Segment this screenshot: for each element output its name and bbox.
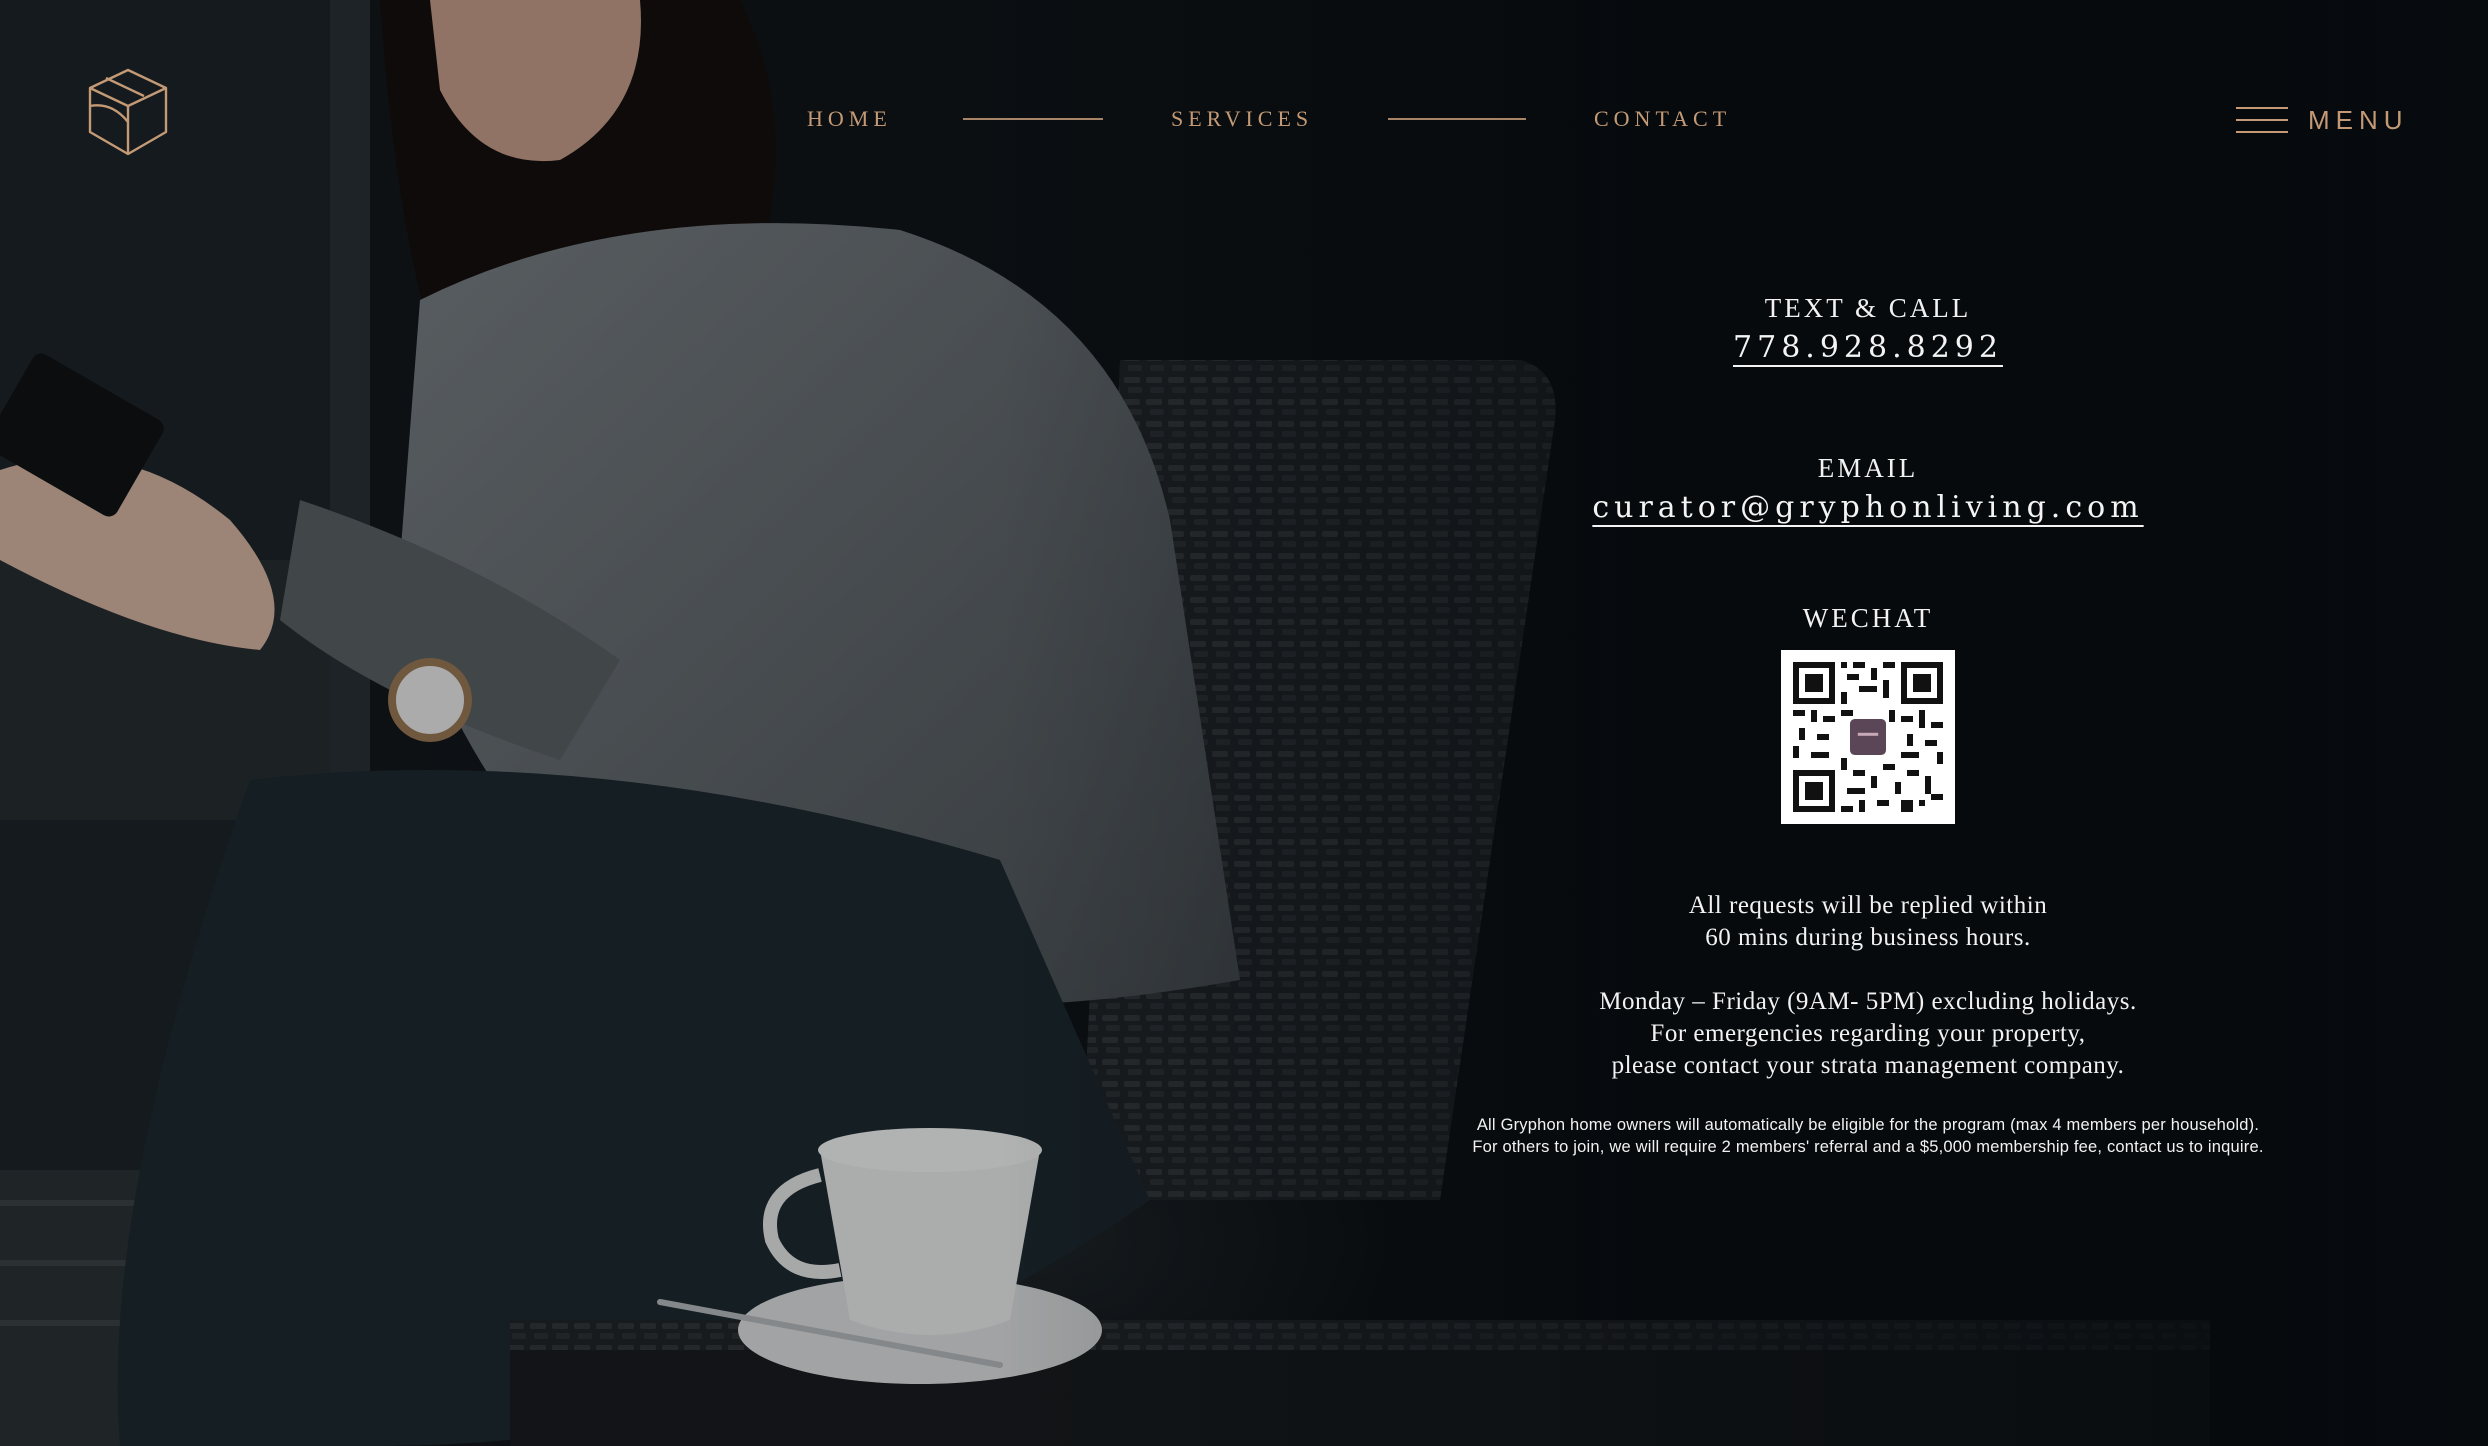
hours-line-2: For emergencies regarding your property, [1650, 1020, 2086, 1047]
wechat-label: WECHAT [1802, 603, 1934, 633]
response-notes: All requests will be replied within 60 m… [1338, 890, 2398, 1082]
hours-line-3: please contact your strata management co… [1611, 1052, 2125, 1079]
fine-line-2: For others to join, we will require 2 me… [1472, 1138, 2264, 1156]
call-block: TEXT & CALL 778.928.8292 [1338, 290, 2398, 450]
phone-link[interactable]: 778.928.8292 [1733, 326, 2003, 370]
nav-divider [963, 118, 1103, 120]
main-nav: HOME SERVICES CONTACT [0, 104, 2488, 134]
membership-fine-print: All Gryphon home owners will automatical… [1338, 1114, 2398, 1158]
menu-label: MENU [2308, 105, 2409, 135]
reply-line-1: All requests will be replied within [1688, 892, 2048, 919]
nav-home-link[interactable]: HOME [807, 104, 892, 134]
email-label: EMAIL [1817, 453, 1919, 483]
menu-button[interactable]: MENU [2236, 100, 2409, 140]
nav-divider [1388, 118, 1526, 120]
nav-contact-link[interactable]: CONTACT [1594, 104, 1731, 134]
reply-line-2: 60 mins during business hours. [1705, 924, 2031, 951]
email-link[interactable]: curator@gryphonliving.com [1592, 486, 2143, 530]
fine-line-1: All Gryphon home owners will automatical… [1476, 1116, 2260, 1134]
wechat-block: WECHAT [1338, 600, 2398, 824]
hamburger-icon [2236, 107, 2288, 133]
call-label: TEXT & CALL [1764, 293, 1972, 323]
contact-page: HOME SERVICES CONTACT MENU TEXT & CALL 7… [0, 0, 2488, 1446]
nav-services-link[interactable]: SERVICES [1171, 104, 1313, 134]
contact-details: TEXT & CALL 778.928.8292 EMAIL curator@g… [1338, 290, 2398, 1158]
wechat-qr-code [1781, 650, 1955, 824]
hours-line-1: Monday – Friday (9AM- 5PM) excluding hol… [1599, 988, 2137, 1015]
email-block: EMAIL curator@gryphonliving.com [1338, 450, 2398, 600]
